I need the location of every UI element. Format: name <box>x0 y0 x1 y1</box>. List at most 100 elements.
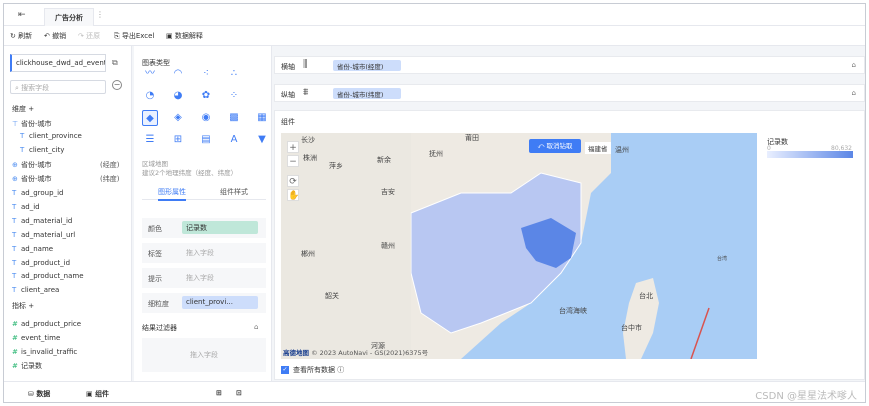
dot-chart-icon[interactable]: ⁘ <box>226 88 242 104</box>
lock-icon[interactable]: ⌂ <box>852 89 856 97</box>
grid-map-icon[interactable]: ▦ <box>254 110 270 126</box>
datasource-edit-icon[interactable]: ⧉ <box>112 58 118 68</box>
flow-map-icon[interactable]: ◉ <box>198 110 214 126</box>
more-icon[interactable]: ⋮ <box>96 10 104 19</box>
cross-table-icon[interactable]: ⊞ <box>170 132 186 148</box>
dimension-item[interactable]: Tad_id <box>12 203 40 211</box>
undo-drill-icon: ⤺ <box>537 142 547 150</box>
add-dashboard-icon[interactable]: ⊡ <box>236 389 242 397</box>
tab-graphic-properties[interactable]: 图形属性 <box>158 187 186 201</box>
dimension-item[interactable]: ⊕ 省份-城市 (纬度) <box>12 174 119 184</box>
number-icon: # <box>12 362 18 370</box>
add-field-icon[interactable]: − <box>112 80 122 90</box>
dimension-item[interactable]: Tad_material_url <box>12 231 75 239</box>
dimension-item[interactable]: Tclient_province <box>20 132 82 140</box>
granularity-property: 细粒度 client_provi... <box>142 293 266 313</box>
undo-label: 撤销 <box>52 32 67 40</box>
refresh-button[interactable]: ↻ 刷新 <box>10 31 32 41</box>
dimension-item[interactable]: ⊤ 省份-城市 <box>12 119 52 129</box>
funnel-chart-icon[interactable]: ▼ <box>254 132 270 148</box>
heat-map-icon[interactable]: ▩ <box>226 110 242 126</box>
color-property: 颜色 记录数 <box>142 218 266 238</box>
map-label: 萍乡 <box>329 162 343 170</box>
dimension-item[interactable]: Tclient_area <box>12 286 59 294</box>
datasource-selector[interactable]: clickhouse_dwd_ad_event_... <box>10 54 106 72</box>
text-icon: T <box>12 189 17 197</box>
redo-button[interactable]: ↷ 还原 <box>78 31 100 41</box>
line-chart-icon[interactable]: 〰 <box>142 66 158 82</box>
lock-icon[interactable]: ⌂ <box>254 323 258 331</box>
point-map-icon[interactable]: ◈ <box>170 110 186 126</box>
granularity-field-pill[interactable]: client_provi... <box>182 296 258 309</box>
axis-icon[interactable]: ⫼ <box>303 59 308 70</box>
region-map[interactable]: 长沙 株洲 萍乡 新余 抚州 莆田 温州 吉安 赣州 郴州 韶关 台湾海峡 台北… <box>281 133 757 359</box>
dimension-item[interactable]: Tad_name <box>12 245 53 253</box>
legend-gradient[interactable] <box>767 151 853 158</box>
text-chart-icon[interactable]: A <box>226 132 242 148</box>
canvas-area: 横轴 ⫼ 省份-城市(经度) ⌂ 纵轴 ⩩ 省份-城市(纬度) ⌂ 组件 长沙 … <box>274 46 865 381</box>
add-measure-icon[interactable]: + <box>28 302 34 310</box>
component-icon: ▣ <box>86 390 96 398</box>
axis-icon[interactable]: ⩩ <box>303 87 308 98</box>
show-all-data-checkbox[interactable]: ✓ 查看所有数据 ⓘ <box>281 365 344 375</box>
zoom-out-button[interactable]: − <box>287 155 299 167</box>
rose-chart-icon[interactable]: ✿ <box>198 88 214 104</box>
treemap-icon[interactable]: ▤ <box>198 132 214 148</box>
area-chart-icon[interactable]: ◠ <box>170 66 186 82</box>
dimension-label: ad_product_id <box>21 259 71 267</box>
bubble-chart-icon[interactable]: ∴ <box>226 66 242 82</box>
lock-icon[interactable]: ⌂ <box>852 61 856 69</box>
tooltip-property: 提示 拖入字段 <box>142 268 266 288</box>
reset-view-icon[interactable]: ⟳ <box>287 175 299 187</box>
back-icon[interactable]: ⇤ <box>18 10 26 20</box>
measure-item[interactable]: # ad_product_price <box>12 320 81 328</box>
info-icon[interactable]: ⓘ <box>337 366 344 374</box>
chart-type-hint: 区域地图 建议2个地理纬度（经度、纬度） <box>142 160 237 178</box>
globe-icon: ⊕ <box>12 161 18 169</box>
show-all-label: 查看所有数据 <box>293 366 335 374</box>
filter-drop-zone[interactable]: 拖入字段 <box>142 338 266 372</box>
dimension-item[interactable]: Tad_material_id <box>12 217 72 225</box>
zoom-in-button[interactable]: + <box>287 141 299 153</box>
dimension-item[interactable]: ⊕ 省份-城市 (经度) <box>12 160 119 170</box>
x-axis-field-pill[interactable]: 省份-城市(经度) <box>333 60 401 71</box>
add-component-icon[interactable]: ⊞ <box>216 389 222 397</box>
label-label: 标签 <box>148 250 162 258</box>
cancel-drill-button[interactable]: ⤺ 取消钻取 <box>529 139 581 153</box>
label-drop-zone[interactable]: 拖入字段 <box>182 246 258 259</box>
region-map-icon[interactable]: ◆ <box>142 110 158 126</box>
tooltip-drop-zone[interactable]: 拖入字段 <box>182 271 258 284</box>
tab-component-style[interactable]: 组件样式 <box>220 187 248 197</box>
pie-chart-icon[interactable]: ◔ <box>142 88 158 104</box>
y-axis-shelf: 纵轴 ⩩ 省份-城市(纬度) ⌂ <box>274 84 865 102</box>
tab-data[interactable]: ⛁ 数据 <box>28 389 50 399</box>
dimension-item[interactable]: Tad_product_id <box>12 259 70 267</box>
field-search-input[interactable]: ⌕ 搜索字段 <box>10 80 106 94</box>
measure-item[interactable]: # 记录数 <box>12 361 42 371</box>
donut-chart-icon[interactable]: ◕ <box>170 88 186 104</box>
dimension-label: client_province <box>29 132 82 140</box>
dimension-item[interactable]: Tclient_city <box>20 146 64 154</box>
pan-hand-icon[interactable]: ✋ <box>287 189 299 201</box>
color-field-pill[interactable]: 记录数 <box>182 221 258 234</box>
tab-component[interactable]: ▣ 组件 <box>86 389 109 399</box>
explain-icon: ▣ <box>166 32 173 40</box>
dimension-item[interactable]: Tad_group_id <box>12 189 63 197</box>
undo-button[interactable]: ↶ 撤销 <box>44 31 66 41</box>
explain-label: 数据解释 <box>174 32 203 40</box>
check-icon: ✓ <box>281 366 289 374</box>
measure-item[interactable]: # is_invalid_traffic <box>12 348 77 356</box>
result-filter-title: 结果过滤器 <box>142 324 177 332</box>
tab-ad-analysis[interactable]: 广告分析 <box>44 8 94 26</box>
export-excel-button[interactable]: ⎘ 导出Excel <box>114 31 154 41</box>
scatter-chart-icon[interactable]: ⁖ <box>198 66 214 82</box>
globe-icon: ⊕ <box>12 175 18 183</box>
measure-item[interactable]: # event_time <box>12 334 60 342</box>
dimension-item[interactable]: Tad_product_name <box>12 272 84 280</box>
data-explain-button[interactable]: ▣ 数据解释 <box>166 31 203 41</box>
table-icon[interactable]: ☰ <box>142 132 158 148</box>
undo-icon: ↶ <box>44 32 50 40</box>
y-axis-field-pill[interactable]: 省份-城市(纬度) <box>333 88 401 99</box>
amap-logo: 高德地图 <box>283 349 309 357</box>
add-dimension-icon[interactable]: + <box>28 105 34 113</box>
